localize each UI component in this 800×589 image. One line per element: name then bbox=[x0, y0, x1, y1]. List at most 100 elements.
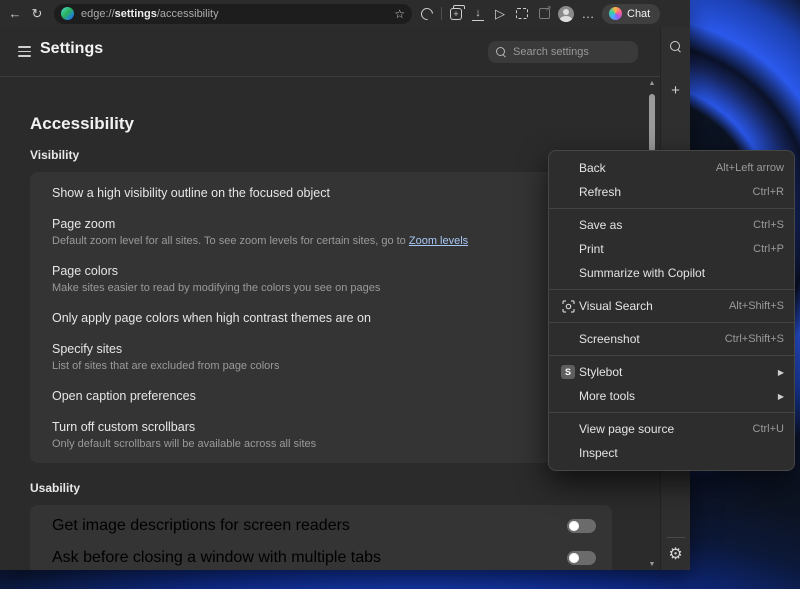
setting-row-image-descriptions[interactable]: Get image descriptions for screen reader… bbox=[30, 510, 612, 542]
row-title: Get image descriptions for screen reader… bbox=[52, 517, 350, 534]
row-title: Page zoom bbox=[52, 217, 116, 231]
url-text: edge://settings/accessibility bbox=[81, 8, 219, 20]
scrollbar-down-icon[interactable]: ▼ bbox=[646, 561, 658, 568]
row-title: Only apply page colors when high contras… bbox=[52, 311, 371, 325]
submenu-arrow-icon: ▶ bbox=[777, 391, 784, 401]
menu-item-view-page-source[interactable]: View page source Ctrl+U bbox=[549, 417, 794, 441]
copilot-logo-icon bbox=[609, 7, 622, 20]
visibility-card: Show a high visibility outline on the fo… bbox=[30, 172, 612, 463]
row-description: Default zoom level for all sites. To see… bbox=[52, 234, 590, 248]
menu-label: Visual Search bbox=[579, 299, 653, 313]
back-icon[interactable]: ← bbox=[4, 3, 26, 25]
setting-row-custom-scrollbars[interactable]: Turn off custom scrollbars Only default … bbox=[30, 411, 612, 458]
setting-row-high-visibility-outline[interactable]: Show a high visibility outline on the fo… bbox=[30, 177, 612, 208]
menu-separator bbox=[549, 412, 794, 413]
profile-avatar[interactable] bbox=[555, 3, 577, 25]
stylebot-icon: S bbox=[557, 365, 579, 379]
toggle-knob bbox=[569, 521, 579, 531]
collections-glyph: + bbox=[450, 4, 465, 20]
menu-item-more-tools[interactable]: More tools ▶ bbox=[549, 384, 794, 408]
image-descriptions-toggle[interactable] bbox=[567, 519, 596, 533]
menu-separator bbox=[549, 289, 794, 290]
setting-row-page-colors[interactable]: Page colors Make sites easier to read by… bbox=[30, 255, 612, 302]
favorite-star-icon[interactable]: ☆ bbox=[394, 7, 405, 21]
menu-label: More tools bbox=[579, 389, 636, 403]
row-title: Open caption preferences bbox=[52, 389, 196, 403]
hamburger-menu-icon[interactable] bbox=[18, 46, 31, 57]
share-arrow: ↗ bbox=[544, 4, 552, 13]
menu-label: Back bbox=[579, 161, 606, 175]
zoom-levels-link[interactable]: Zoom levels bbox=[409, 235, 468, 247]
page-title: Accessibility bbox=[30, 114, 134, 133]
menu-item-stylebot[interactable]: S Stylebot ▶ bbox=[549, 360, 794, 384]
sidebar-divider bbox=[666, 537, 685, 538]
menu-shortcut: Ctrl+U bbox=[752, 423, 784, 435]
visual-search-icon bbox=[557, 299, 579, 313]
usability-card: Get image descriptions for screen reader… bbox=[30, 505, 612, 570]
refresh-icon[interactable]: ↻ bbox=[26, 3, 48, 25]
menu-label: Summarize with Copilot bbox=[579, 266, 706, 280]
row-title: Ask before closing a window with multipl… bbox=[52, 549, 382, 566]
menu-item-print[interactable]: Print Ctrl+P bbox=[549, 237, 794, 261]
menu-item-summarize-with-copilot[interactable]: Summarize with Copilot bbox=[549, 261, 794, 285]
menu-shortcut: Ctrl+Shift+S bbox=[724, 333, 784, 345]
submenu-arrow-icon: ▶ bbox=[777, 367, 784, 377]
scrollbar-thumb[interactable] bbox=[649, 94, 655, 152]
section-usability-label: Usability bbox=[30, 481, 81, 495]
capture-glyph bbox=[516, 8, 528, 19]
cookie-icon[interactable] bbox=[416, 3, 438, 25]
menu-item-back[interactable]: Back Alt+Left arrow bbox=[549, 156, 794, 180]
setting-row-specify-sites[interactable]: Specify sites List of sites that are exc… bbox=[30, 333, 612, 380]
sidebar-search-icon[interactable] bbox=[669, 41, 682, 53]
row-description: Make sites easier to read by modifying t… bbox=[52, 282, 381, 294]
toolbar-divider bbox=[441, 7, 442, 20]
menu-shortcut: Ctrl+S bbox=[753, 219, 784, 231]
download-arrow: ↓ bbox=[475, 6, 481, 19]
menu-item-visual-search[interactable]: Visual Search Alt+Shift+S bbox=[549, 294, 794, 318]
menu-shortcut: Alt+Left arrow bbox=[715, 162, 784, 174]
browser-toolbar: ← ↻ edge://settings/accessibility ☆ + ↓ … bbox=[0, 0, 690, 27]
settings-search-input[interactable] bbox=[513, 46, 655, 58]
menu-item-refresh[interactable]: Refresh Ctrl+R bbox=[549, 180, 794, 204]
menu-item-screenshot[interactable]: Screenshot Ctrl+Shift+S bbox=[549, 327, 794, 351]
sidebar-settings-gear-icon[interactable]: ⚙ bbox=[668, 547, 682, 563]
setting-row-ask-before-closing[interactable]: Ask before closing a window with multipl… bbox=[30, 542, 612, 570]
share-icon[interactable]: ↗ bbox=[533, 3, 555, 25]
toggle-knob bbox=[569, 553, 579, 563]
menu-shortcut: Alt+Shift+S bbox=[728, 300, 784, 312]
more-menu-icon[interactable]: … bbox=[577, 3, 599, 25]
collections-icon[interactable]: + bbox=[445, 3, 467, 25]
row-title: Page colors bbox=[52, 264, 119, 278]
downloads-glyph: ↓ bbox=[471, 7, 485, 21]
menu-separator bbox=[549, 322, 794, 323]
menu-label: Save as bbox=[579, 218, 623, 232]
send-to-devices-icon[interactable]: ▷ bbox=[489, 3, 511, 25]
menu-label: Print bbox=[579, 242, 604, 256]
menu-item-save-as[interactable]: Save as Ctrl+S bbox=[549, 213, 794, 237]
share-glyph: ↗ bbox=[538, 4, 552, 19]
web-capture-icon[interactable] bbox=[511, 3, 533, 25]
menu-separator bbox=[549, 208, 794, 209]
menu-shortcut: Ctrl+R bbox=[752, 186, 784, 198]
row-title: Specify sites bbox=[52, 342, 123, 356]
scrollbar-up-icon[interactable]: ▲ bbox=[646, 80, 658, 87]
menu-label: View page source bbox=[579, 422, 675, 436]
setting-row-page-zoom[interactable]: Page zoom Default zoom level for all sit… bbox=[30, 208, 612, 255]
sidebar-add-icon[interactable]: + bbox=[671, 83, 680, 98]
menu-label: Refresh bbox=[579, 185, 622, 199]
downloads-icon[interactable]: ↓ bbox=[467, 3, 489, 25]
menu-shortcut: Ctrl+P bbox=[753, 243, 784, 255]
setting-row-caption-preferences[interactable]: Open caption preferences bbox=[30, 380, 612, 411]
setting-row-high-contrast-only[interactable]: Only apply page colors when high contras… bbox=[30, 302, 612, 333]
settings-search-box[interactable] bbox=[488, 41, 655, 63]
chat-label: Chat bbox=[627, 7, 651, 20]
address-bar[interactable]: edge://settings/accessibility ☆ bbox=[54, 3, 412, 24]
settings-header: Settings bbox=[0, 27, 660, 77]
menu-label: Inspect bbox=[579, 446, 618, 460]
ask-before-closing-toggle[interactable] bbox=[567, 551, 596, 565]
row-description: Only default scrollbars will be availabl… bbox=[52, 438, 317, 450]
cookie-glyph bbox=[418, 5, 436, 22]
context-menu: Back Alt+Left arrow Refresh Ctrl+R Save … bbox=[548, 150, 795, 471]
copilot-chat-button[interactable]: Chat bbox=[602, 3, 661, 24]
menu-item-inspect[interactable]: Inspect bbox=[549, 441, 794, 465]
